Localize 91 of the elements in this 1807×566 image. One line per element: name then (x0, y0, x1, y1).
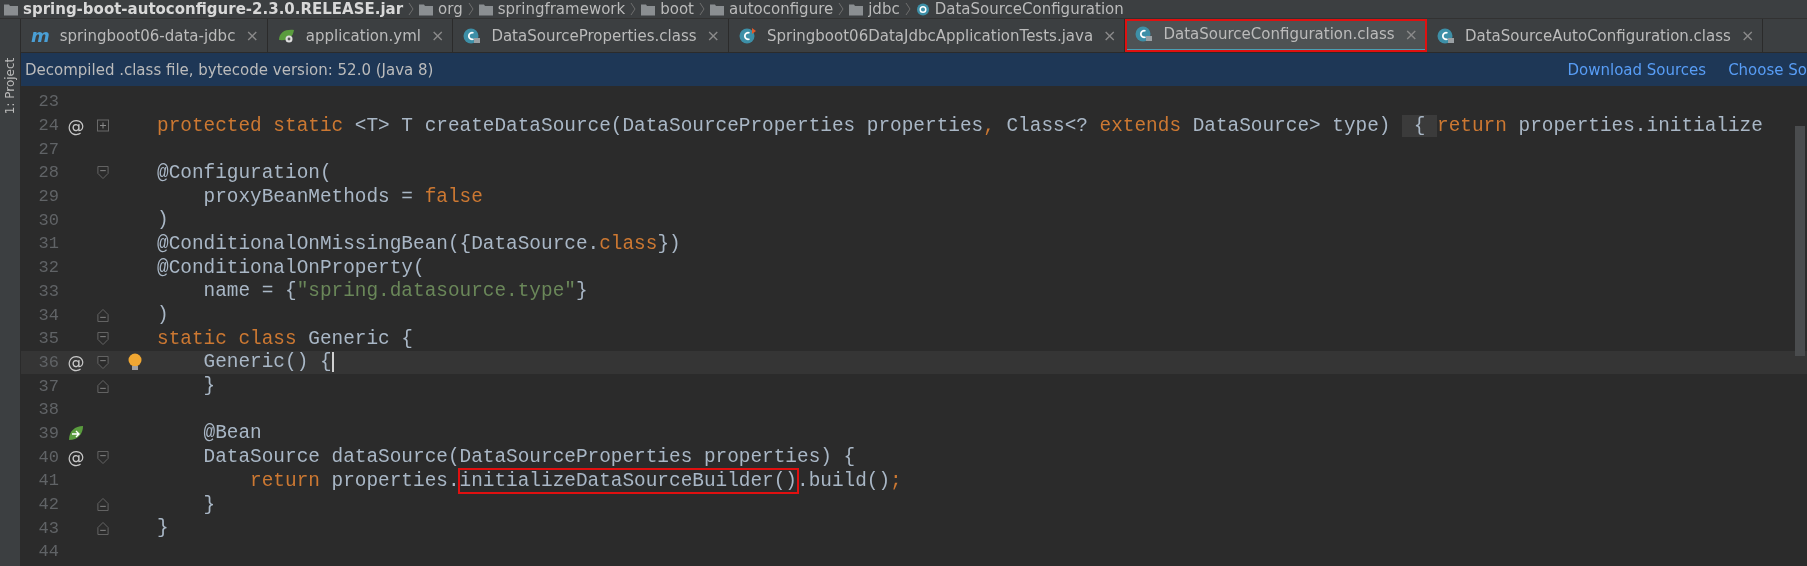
class-icon (915, 2, 930, 16)
editor-tab[interactable]: DataSourceProperties.class × (453, 19, 729, 52)
line-number: 38 (37, 400, 59, 420)
bean-leaf-icon[interactable] (68, 425, 84, 442)
close-icon[interactable]: × (245, 26, 259, 45)
override-marker-icon[interactable]: @ (67, 115, 85, 136)
banner-link[interactable]: Choose So (1728, 60, 1807, 79)
code-line: DataSource dataSource(DataSourceProperties properties) { (202, 446, 856, 469)
scrollbar-thumb[interactable] (1795, 126, 1805, 356)
locked-class-icon (1436, 27, 1455, 44)
chevron-icon (630, 2, 637, 16)
code-line: @Bean (202, 422, 262, 445)
folder-icon (849, 2, 864, 16)
line-number: 37 (37, 376, 59, 396)
line-number: 27 (37, 139, 59, 159)
code-line: @ConditionalOnProperty( (157, 256, 425, 279)
line-number: 35 (37, 329, 59, 349)
editor-tab[interactable]: application.yml × (267, 19, 454, 52)
code-line: Generic() { (202, 351, 334, 374)
code-line: } (202, 375, 216, 398)
line-number: 23 (37, 92, 59, 112)
breadcrumb-item[interactable]: org (438, 0, 463, 18)
test-class-icon (738, 27, 757, 44)
line-number: 32 (37, 258, 59, 278)
code-line: protected static <T> T createDataSource(DataSourceProperties properties, Class<? extends DataSource> type) { return properties.initialize (157, 114, 1763, 137)
code-line: ) (157, 304, 169, 327)
breadcrumb-item[interactable]: spring-boot-autoconfigure-2.3.0.RELEASE.jar (23, 0, 404, 18)
code-line: @ConditionalOnMissingBean({DataSource.class}) (157, 232, 681, 255)
line-number: 41 (37, 471, 59, 491)
collapse-fold-icon[interactable] (97, 355, 109, 369)
editor-tab[interactable]: DataSourceConfiguration.class × (1125, 19, 1427, 52)
line-number: 31 (37, 234, 59, 254)
leaf-gear-icon (277, 27, 296, 44)
chevron-icon (838, 2, 845, 16)
chevron-icon (467, 2, 474, 16)
folder-icon (709, 2, 724, 16)
expand-fold-icon[interactable] (97, 119, 109, 133)
line-number: 30 (37, 210, 59, 230)
line-number: 43 (37, 518, 59, 538)
override-marker-icon[interactable]: @ (67, 447, 85, 468)
line-number: 33 (37, 281, 59, 301)
chevron-icon (904, 2, 911, 16)
close-icon[interactable]: × (1740, 26, 1755, 45)
override-marker-icon[interactable]: @ (67, 352, 85, 373)
breadcrumb-item[interactable]: autoconfigure (728, 0, 834, 18)
maven-icon: m (31, 25, 50, 46)
collapse-fold-icon[interactable] (97, 450, 109, 464)
fold-end-icon[interactable] (97, 308, 109, 322)
code-line: name = {"spring.datasource.type"} (202, 280, 588, 303)
collapse-fold-icon[interactable] (97, 166, 109, 180)
lightbulb-icon[interactable] (128, 353, 142, 372)
fold-end-icon[interactable] (97, 521, 109, 535)
breadcrumb-item[interactable]: jdbc (868, 0, 900, 18)
line-number: 39 (37, 423, 59, 443)
chevron-icon (698, 2, 705, 16)
folder-icon (641, 2, 656, 16)
code-line: return properties.initializeDataSourceBuilder().build(); (249, 469, 902, 492)
line-number: 29 (37, 187, 59, 207)
line-number: 34 (37, 305, 59, 325)
notice-text: Decompiled .class file, bytecode version: 52.0 (Java 8) (25, 60, 434, 79)
code-line: @Configuration( (157, 161, 332, 184)
folder-icon (419, 2, 434, 16)
line-number: 42 (37, 495, 59, 515)
locked-class-icon (1135, 26, 1154, 42)
project-tool-tab[interactable]: 1: Project (3, 57, 17, 115)
code-line: ) (157, 209, 169, 232)
code-line: } (202, 493, 216, 516)
chevron-icon (408, 2, 415, 16)
code-line: } (157, 517, 169, 540)
close-icon[interactable]: × (430, 26, 445, 45)
breadcrumb-item[interactable]: DataSourceConfiguration (934, 0, 1124, 18)
fold-end-icon[interactable] (97, 379, 109, 393)
editor-tab[interactable]: m springboot06-data-jdbc × (21, 19, 268, 52)
fold-end-icon[interactable] (97, 498, 109, 512)
breadcrumb-item[interactable]: boot (660, 0, 694, 18)
line-number: 40 (37, 447, 59, 467)
line-number: 44 (37, 542, 59, 562)
editor-tab[interactable]: DataSourceAutoConfiguration.class × (1426, 19, 1764, 52)
folder-icon (478, 2, 493, 16)
close-icon[interactable]: × (1103, 26, 1117, 45)
banner-link[interactable]: Download Sources (1567, 60, 1707, 79)
code-line: proxyBeanMethods = false (202, 185, 483, 208)
collapse-fold-icon[interactable] (97, 332, 109, 346)
text-caret (331, 352, 334, 373)
archive-icon (4, 2, 18, 16)
breadcrumb-item[interactable]: springframework (497, 0, 626, 18)
close-icon[interactable]: × (706, 26, 720, 45)
code-line: static class Generic { (157, 327, 413, 350)
locked-class-icon (463, 27, 482, 44)
line-number: 24 (37, 116, 59, 136)
line-number: 28 (37, 163, 59, 183)
